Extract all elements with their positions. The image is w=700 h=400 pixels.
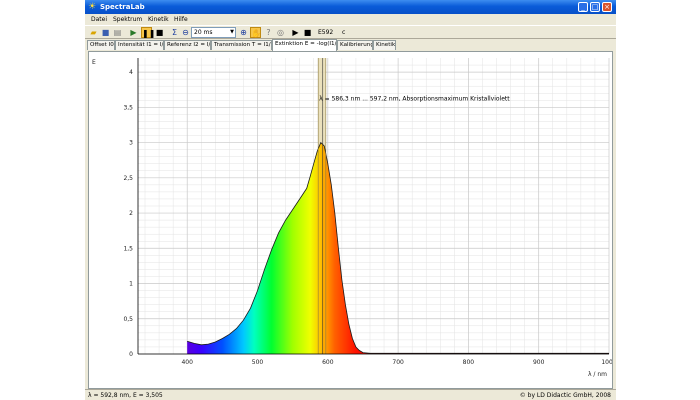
y-tick-label: 3 (129, 140, 133, 147)
print-icon[interactable]: ▤ (112, 27, 123, 38)
toolbar: ▰ ■ ▤ ▶ ❚❚ ■ Σ ⊖ 20 ms ▼ ⊕ ✋ ? ◎ ▶ ■ E59… (85, 25, 616, 39)
chevron-down-icon: ▼ (230, 29, 234, 35)
play-icon[interactable]: ▶ (290, 27, 301, 38)
maximize-button[interactable]: □ (590, 2, 600, 12)
tab-offset[interactable]: Offset I0 (87, 40, 115, 50)
x-axis-label: λ / nm (588, 371, 607, 378)
hand-icon[interactable]: ✋ (250, 27, 261, 38)
pause-icon[interactable]: ❚❚ (141, 27, 155, 38)
sum-icon[interactable]: Σ (169, 27, 180, 38)
c-label[interactable]: c (342, 27, 345, 38)
stop-icon[interactable]: ■ (302, 27, 313, 38)
x-tick-label: 400 (181, 359, 193, 366)
tab-extinktion[interactable]: Extinktion E = -log(I1/I2) (272, 39, 337, 51)
minimize-button[interactable]: _ (578, 2, 588, 12)
tab-intensitaet[interactable]: Intensität I1 = I/I0 (115, 40, 164, 50)
tab-bar: Offset I0 Intensität I1 = I/I0 Referenz … (85, 39, 616, 51)
y-tick-label: 0,5 (123, 316, 133, 323)
menu-bar: Datei Spektrum Kinetik Hilfe (85, 14, 616, 25)
close-button[interactable]: × (602, 2, 612, 12)
exposure-time-select[interactable]: 20 ms ▼ (191, 27, 236, 38)
title-bar[interactable]: ☀ SpectraLab _ □ × (85, 0, 616, 14)
y-tick-label: 0 (129, 351, 133, 358)
x-tick-label: 500 (252, 359, 264, 366)
menu-kinetik[interactable]: Kinetik (148, 16, 169, 23)
lamp-icon[interactable]: ◎ (275, 27, 286, 38)
sun-icon: ☀ (88, 2, 97, 12)
tab-kinetik[interactable]: Kinetik (373, 40, 396, 50)
x-tick-label: 700 (392, 359, 404, 366)
x-tick-label: 800 (463, 359, 475, 366)
menu-hilfe[interactable]: Hilfe (174, 16, 188, 23)
open-icon[interactable]: ▰ (88, 27, 99, 38)
play-icon[interactable]: ▶ (128, 27, 139, 38)
cursor-readout: λ = 592,8 nm, E = 3,505 (88, 392, 163, 399)
band-annotation: λ = 586,3 nm ... 597,2 nm, Absorptionsma… (319, 95, 510, 102)
plus-icon[interactable]: ⊕ (238, 27, 249, 38)
stop-icon[interactable]: ■ (154, 27, 165, 38)
x-tick-label: 900 (533, 359, 545, 366)
exposure-value: 20 ms (194, 29, 213, 36)
x-tick-label: 600 (322, 359, 334, 366)
y-tick-label: 4 (129, 69, 133, 76)
y-tick-label: 1,5 (123, 245, 133, 252)
spectrum-chart[interactable]: 400 500 600 700 800 900 1000 0 0,5 1 1,5 2 2,5 3 3,5 4 E… (89, 52, 612, 388)
copyright: © by LD Didactic GmbH, 2008 (519, 392, 611, 399)
plot-area[interactable]: 400 500 600 700 800 900 1000 0 0,5 1 1,5 2 2,5 3 3,5 4 E… (88, 51, 613, 389)
tab-transmission[interactable]: Transmission T = I1/I2 (211, 40, 272, 50)
menu-datei[interactable]: Datei (91, 16, 107, 23)
y-axis-label: E (92, 59, 96, 66)
x-tick-label: 1000 (601, 359, 612, 366)
y-tick-label: 2 (129, 210, 133, 217)
app-window: ☀ SpectraLab _ □ × Datei Spektrum Kineti… (85, 0, 616, 400)
tab-kalibrierung[interactable]: Kalibrierung (337, 40, 373, 50)
help-icon[interactable]: ? (263, 27, 274, 38)
tab-referenz[interactable]: Referenz I2 = I/I0 (164, 40, 211, 50)
menu-spektrum[interactable]: Spektrum (113, 16, 142, 23)
y-tick-label: 3,5 (123, 104, 133, 111)
y-tick-label: 1 (129, 281, 133, 288)
status-bar: λ = 592,8 nm, E = 3,505 © by LD Didactic… (85, 389, 616, 400)
window-title: SpectraLab (100, 3, 145, 11)
y-tick-label: 2,5 (123, 175, 133, 182)
save-icon[interactable]: ■ (100, 27, 111, 38)
minus-icon[interactable]: ⊖ (180, 27, 191, 38)
